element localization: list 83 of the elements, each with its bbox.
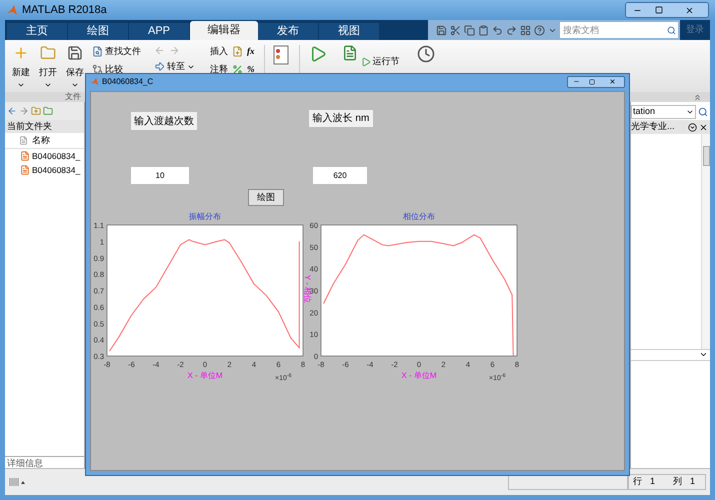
folder-up-icon[interactable]	[31, 106, 41, 116]
play-icon	[360, 56, 370, 67]
forward-icon[interactable]	[19, 106, 29, 116]
toolstrip-button[interactable]: 注释	[210, 62, 228, 76]
status-value: 1	[650, 475, 656, 488]
ribbon-tab[interactable]: 视图	[319, 23, 380, 40]
file-icon	[20, 165, 30, 175]
panel-title: 当前文件夹	[5, 120, 84, 133]
input-field[interactable]: 620	[313, 167, 367, 184]
toolstrip-button[interactable]: 查找文件	[92, 45, 141, 58]
ribbon-tab[interactable]: 编辑器	[190, 21, 258, 40]
plus-icon	[13, 45, 29, 61]
percent-icon[interactable]	[232, 64, 243, 75]
minimize-button[interactable]	[568, 76, 584, 86]
status-value: 1	[690, 475, 696, 488]
toolstrip-button[interactable]: 保存	[63, 45, 87, 88]
close-icon	[608, 78, 616, 85]
document-run-icon[interactable]	[342, 45, 358, 61]
window-title: MATLAB R2018a	[22, 2, 107, 18]
status-label: 行	[633, 475, 642, 488]
static-label: 输入渡越次数	[131, 112, 197, 130]
ribbon-tab[interactable]: 主页	[7, 23, 68, 40]
ribbon-tab[interactable]: 绘图	[68, 23, 129, 40]
grip-icon[interactable]	[9, 477, 25, 487]
ribbon-tab[interactable]: APP	[129, 23, 190, 40]
layout-icon[interactable]	[520, 24, 531, 36]
static-label: 输入波长 nm	[309, 110, 373, 127]
save-icon[interactable]	[436, 24, 447, 36]
input-field[interactable]: 10	[131, 167, 189, 184]
toolstrip-button[interactable]: 新建	[9, 45, 33, 88]
window-title: B04060834_C	[102, 76, 154, 88]
close-icon	[684, 6, 694, 14]
toolstrip-button[interactable]: 转至	[154, 60, 195, 74]
caret-icon[interactable]	[699, 350, 708, 359]
axis-label: X - 单位M	[401, 371, 437, 380]
help-icon[interactable]	[534, 24, 545, 36]
close-icon[interactable]	[699, 122, 708, 132]
breakpoint-icon[interactable]	[272, 45, 290, 65]
scrollbar[interactable]	[701, 134, 710, 349]
save-icon	[67, 45, 83, 61]
toolstrip-button[interactable]: 打开	[36, 45, 60, 88]
search-icon[interactable]	[664, 22, 678, 38]
minimize-icon	[572, 78, 580, 85]
file-name[interactable]: B04060834_	[32, 150, 80, 162]
column-header[interactable]: 名称	[32, 134, 50, 148]
toolstrip-symbol[interactable]: fx	[247, 45, 254, 58]
chart-title: 振幅分布	[189, 212, 221, 221]
toolstrip-symbol[interactable]: %	[247, 62, 254, 76]
folder-icon[interactable]	[43, 106, 53, 116]
paste-icon[interactable]	[478, 24, 489, 36]
logo-icon	[90, 77, 99, 86]
dropdown-field[interactable]: tation	[631, 105, 696, 119]
caret-icon	[686, 108, 694, 116]
undo-icon[interactable]	[492, 24, 503, 36]
panel-title: 光学专业...	[631, 120, 675, 134]
file-name[interactable]: B04060834_	[32, 164, 80, 176]
file-search-icon	[92, 46, 103, 58]
maximize-icon	[589, 78, 595, 84]
search-field[interactable]: 搜索文档	[560, 22, 664, 38]
maximize-icon	[655, 6, 663, 14]
scissors-icon[interactable]	[450, 24, 461, 36]
menu-icon[interactable]	[688, 122, 697, 132]
toolstrip-button[interactable]: 运行节	[360, 55, 400, 68]
section-label: 文件	[65, 91, 81, 103]
timer-icon[interactable]	[416, 45, 434, 63]
ribbon-tab[interactable]: 发布	[258, 23, 319, 40]
toolstrip-button[interactable]: 插入	[210, 45, 228, 58]
collapse-icon[interactable]	[693, 92, 702, 102]
plot-button[interactable]: 绘图	[248, 189, 284, 206]
back-icon[interactable]	[7, 106, 17, 116]
arrow-icon	[154, 61, 165, 72]
logo-icon	[6, 4, 18, 16]
file-icon	[19, 136, 28, 145]
close-button[interactable]	[670, 3, 708, 17]
folder-icon	[40, 45, 56, 61]
file-icon	[20, 151, 30, 161]
document-plus-icon[interactable]	[232, 46, 243, 58]
search-icon[interactable]	[698, 107, 708, 117]
status-label: 列	[673, 475, 682, 488]
copy-icon[interactable]	[464, 24, 475, 36]
redo-icon[interactable]	[506, 24, 517, 36]
chart-title: 相位分布	[403, 212, 435, 221]
axis-label: X - 单位M	[187, 371, 223, 380]
